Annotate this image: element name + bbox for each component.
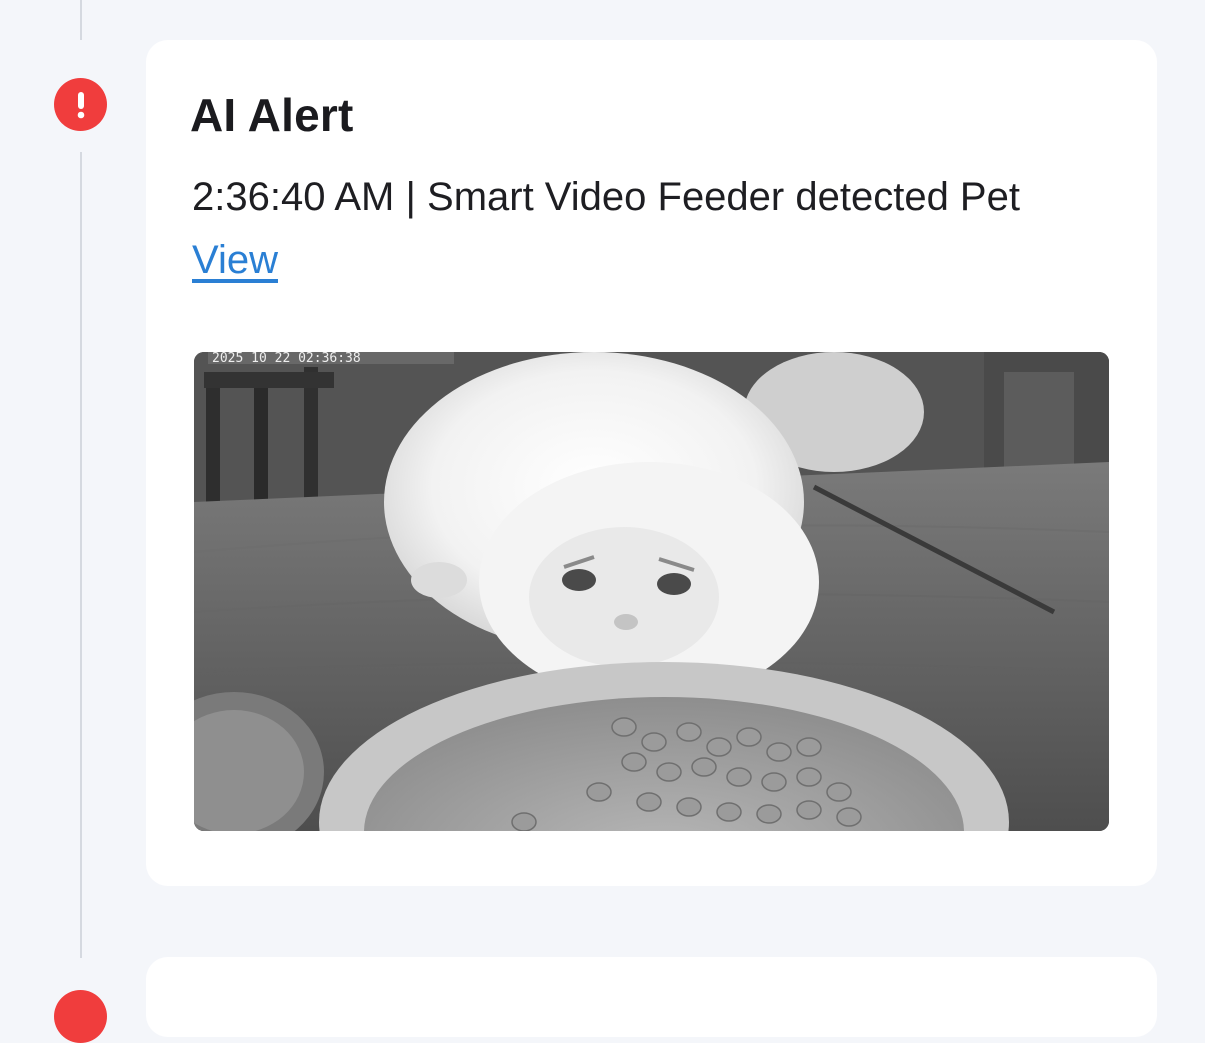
alert-card-next (146, 957, 1157, 1037)
alert-status-indicator (54, 78, 107, 131)
alert-message: Smart Video Feeder detected Pet (427, 175, 1020, 219)
snapshot-timestamp: 2025 10 22 02:36:38 (212, 352, 361, 366)
view-link[interactable]: View (192, 238, 278, 283)
kitten-snapshot-illustration: 2025 10 22 02:36:38 (194, 352, 1109, 831)
alert-separator: | (405, 175, 416, 219)
timeline-connector-top (80, 0, 82, 40)
alert-status-indicator-next (54, 990, 107, 1043)
alert-time: 2:36:40 AM (192, 175, 395, 219)
alert-title: AI Alert (190, 89, 354, 141)
alert-card: AI Alert 2:36:40 AM | Smart Video Feeder… (146, 40, 1157, 886)
exclamation-icon (77, 91, 84, 118)
alert-description: 2:36:40 AM | Smart Video Feeder detected… (192, 175, 1020, 220)
alert-snapshot-image[interactable]: 2025 10 22 02:36:38 (194, 352, 1109, 831)
timeline-connector (80, 152, 82, 958)
